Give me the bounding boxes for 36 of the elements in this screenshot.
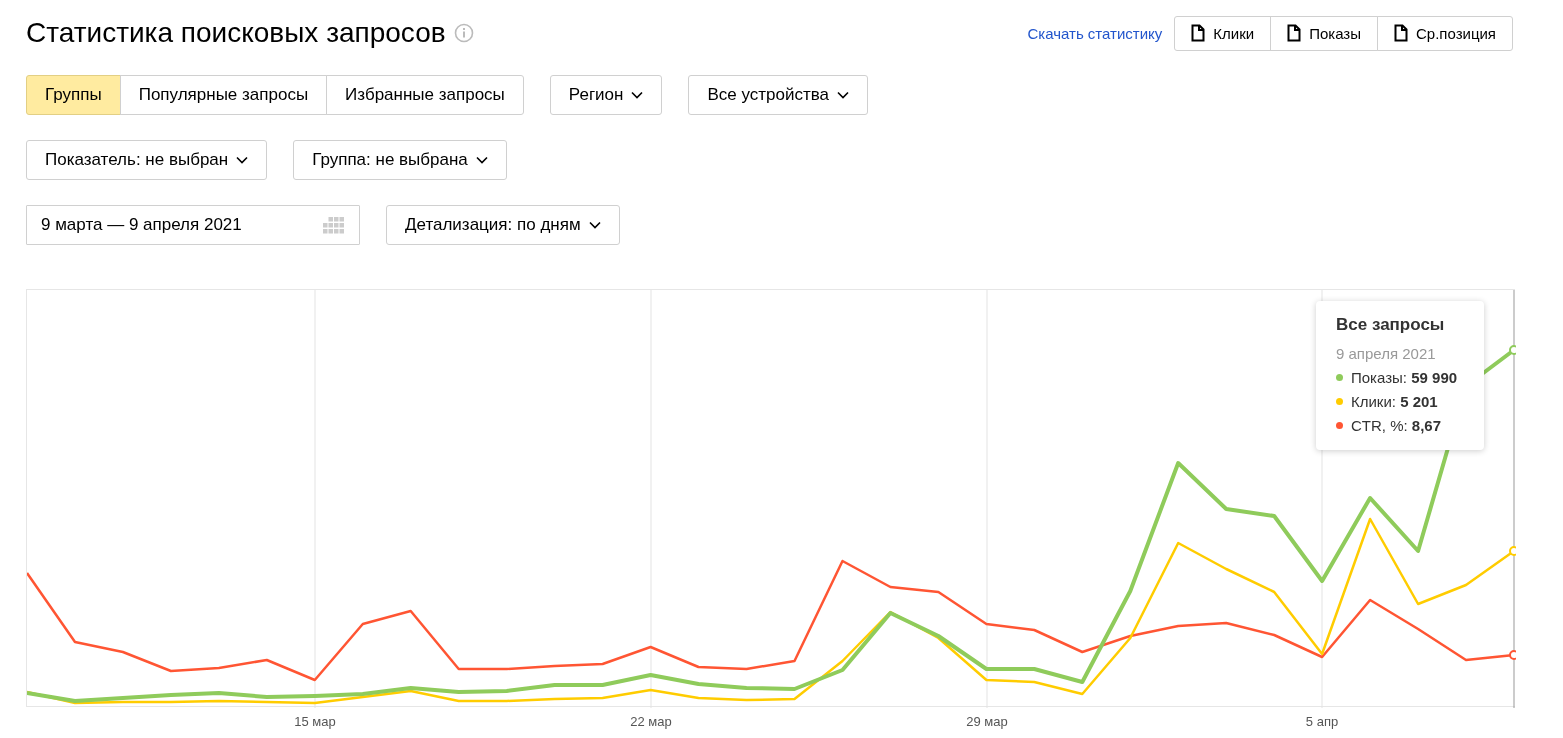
tooltip-title: Все запросы <box>1336 315 1446 335</box>
dropdown-button[interactable]: Детализация: по дням <box>386 205 620 245</box>
export-button[interactable]: Ср.позиция <box>1377 15 1513 51</box>
dropdown-button[interactable]: Группа: не выбрана <box>293 140 507 180</box>
tooltip-date: 9 апреля 2021 <box>1336 345 1437 362</box>
dropdown-button[interactable]: Регион <box>549 75 663 115</box>
info-icon <box>453 23 474 43</box>
tab[interactable]: Популярные запросы <box>119 75 328 115</box>
x-axis-label: 29 мар <box>966 714 1008 729</box>
chevron-down-icon <box>837 91 850 99</box>
point-marker <box>1509 546 1516 556</box>
document-icon <box>1394 24 1408 42</box>
download-stats-link[interactable]: Скачать статистику <box>1027 24 1163 42</box>
point-marker <box>1509 650 1516 660</box>
dropdown-button[interactable]: Все устройства <box>688 75 869 115</box>
tab[interactable]: Избранные запросы <box>326 75 524 115</box>
document-icon <box>1287 24 1302 42</box>
dropdown-button[interactable]: Показатель: не выбран <box>26 140 268 180</box>
chevron-down-icon <box>475 156 488 164</box>
chevron-down-icon <box>236 156 249 164</box>
chevron-down-icon <box>588 221 601 229</box>
calendar-grid-icon <box>323 216 345 234</box>
tab[interactable]: Группы <box>26 75 121 115</box>
x-axis-label: 5 апр <box>1305 714 1339 729</box>
x-axis-label: 22 мар <box>630 714 672 729</box>
date-range-field[interactable]: 9 марта — 9 апреля 2021 <box>26 205 360 245</box>
export-button[interactable]: Показы <box>1270 15 1378 51</box>
export-button[interactable]: Клики <box>1174 15 1272 51</box>
tooltip-value: Клики: 5 201 <box>1351 393 1438 410</box>
document-icon <box>1191 24 1206 42</box>
tooltip-value: Показы: 59 990 <box>1351 369 1458 386</box>
chevron-down-icon <box>631 91 644 99</box>
tooltip-value: CTR, %: 8,67 <box>1351 417 1442 434</box>
x-axis-label: 15 мар <box>294 714 336 729</box>
page-title: Статистика поисковых запросов <box>26 17 446 49</box>
point-marker <box>1509 345 1516 355</box>
